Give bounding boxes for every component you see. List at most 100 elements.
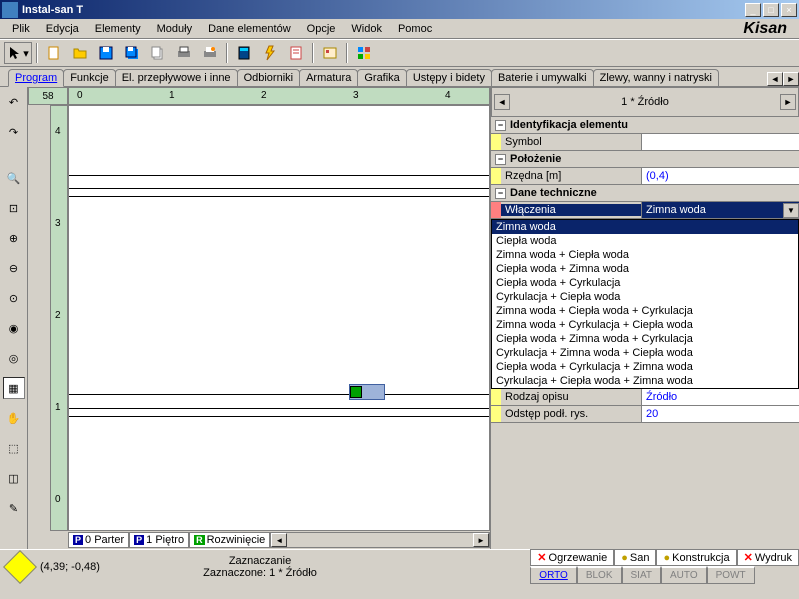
scroll-right[interactable]: ► bbox=[473, 533, 489, 547]
tab-program[interactable]: Program bbox=[8, 69, 64, 87]
options-icon[interactable] bbox=[318, 41, 342, 65]
zoom-sel-icon[interactable]: ◉ bbox=[3, 317, 25, 339]
collapse-icon[interactable]: − bbox=[495, 120, 506, 131]
mode-powt[interactable]: POWT bbox=[707, 566, 755, 584]
zoom-in-icon[interactable]: 🔍 bbox=[3, 167, 25, 189]
dropdown-arrow-icon[interactable]: ▼ bbox=[783, 203, 799, 218]
zoom-extent-icon[interactable]: ⊕ bbox=[3, 227, 25, 249]
copy-icon[interactable] bbox=[146, 41, 170, 65]
section-polozenie[interactable]: −Położenie bbox=[491, 151, 799, 168]
props-prev[interactable]: ◄ bbox=[494, 94, 510, 110]
report-icon[interactable] bbox=[284, 41, 308, 65]
select-rect2-icon[interactable]: ◫ bbox=[3, 467, 25, 489]
dd-item[interactable]: Cyrkulacja + Zimna woda + Ciepła woda bbox=[492, 346, 798, 360]
left-toolbar: ↶ ↷ 🔍 ⊡ ⊕ ⊖ ⊙ ◉ ◎ ▦ ✋ ⬚ ◫ ✎ bbox=[0, 87, 28, 549]
dd-item[interactable]: Zimna woda + Ciepła woda bbox=[492, 248, 798, 262]
undo-icon[interactable]: ↶ bbox=[3, 91, 25, 113]
prop-rodzaj-value[interactable]: Źródło bbox=[641, 389, 799, 405]
print-icon[interactable] bbox=[172, 41, 196, 65]
select-rect-icon[interactable]: ⬚ bbox=[3, 437, 25, 459]
minimize-button[interactable]: _ bbox=[745, 3, 761, 17]
mode-auto[interactable]: AUTO bbox=[661, 566, 707, 584]
save-icon[interactable] bbox=[94, 41, 118, 65]
menu-widok[interactable]: Widok bbox=[343, 21, 390, 37]
mode-blok[interactable]: BLOK bbox=[577, 566, 622, 584]
tab-przeplywowe[interactable]: El. przepływowe i inne bbox=[115, 69, 238, 86]
pencil-icon[interactable]: ✎ bbox=[3, 497, 25, 519]
zoom-out-icon[interactable]: ⊖ bbox=[3, 257, 25, 279]
collapse-icon[interactable]: − bbox=[495, 188, 506, 199]
props-next[interactable]: ► bbox=[780, 94, 796, 110]
collapse-icon[interactable]: − bbox=[495, 154, 506, 165]
mode-orto[interactable]: ORTO bbox=[530, 566, 577, 584]
dd-item[interactable]: Zimna woda + Cyrkulacja + Ciepła woda bbox=[492, 318, 798, 332]
dd-item[interactable]: Ciepła woda bbox=[492, 234, 798, 248]
grid-icon[interactable] bbox=[352, 41, 376, 65]
tab-baterie[interactable]: Baterie i umywalki bbox=[491, 69, 594, 86]
dd-item[interactable]: Zimna woda bbox=[492, 220, 798, 234]
dd-item[interactable]: Ciepła woda + Cyrkulacja + Zimna woda bbox=[492, 360, 798, 374]
prop-odstep-value[interactable]: 20 bbox=[641, 406, 799, 422]
menu-moduly[interactable]: Moduły bbox=[149, 21, 200, 37]
layer-wydruk[interactable]: ✕Wydruk bbox=[737, 549, 799, 566]
prop-symbol-value[interactable] bbox=[641, 134, 799, 150]
tab-zlewy[interactable]: Zlewy, wanny i natryski bbox=[593, 69, 719, 86]
dd-item[interactable]: Ciepła woda + Zimna woda + Cyrkulacja bbox=[492, 332, 798, 346]
prop-wlaczenia-label: Włączenia bbox=[501, 204, 641, 216]
menu-elementy[interactable]: Elementy bbox=[87, 21, 149, 37]
floor-tab-0[interactable]: P0 Parter bbox=[68, 532, 129, 548]
tab-armatura[interactable]: Armatura bbox=[299, 69, 358, 86]
prop-wlaczenia-value[interactable]: Zimna woda▼ bbox=[641, 202, 799, 218]
prop-rzedna-label: Rzędna [m] bbox=[501, 170, 641, 182]
wlaczenia-dropdown: Zimna woda Ciepła woda Zimna woda + Ciep… bbox=[491, 219, 799, 389]
selection-tool[interactable]: ▾ bbox=[4, 42, 32, 64]
mode-siat[interactable]: SIAT bbox=[622, 566, 661, 584]
tab-odbiorniki[interactable]: Odbiorniki bbox=[237, 69, 301, 86]
dd-item[interactable]: Ciepła woda + Cyrkulacja bbox=[492, 276, 798, 290]
redo-icon[interactable]: ↷ bbox=[3, 121, 25, 143]
tab-grafika[interactable]: Grafika bbox=[357, 69, 406, 86]
zoom-fit-icon[interactable]: ⊙ bbox=[3, 287, 25, 309]
view-mode-icon[interactable]: ▦ bbox=[3, 377, 25, 399]
tab-scroll-right[interactable]: ► bbox=[783, 72, 799, 86]
prop-rodzaj-label: Rodzaj opisu bbox=[501, 391, 641, 403]
floor-tab-2[interactable]: RRozwinięcie bbox=[189, 532, 270, 548]
ruler-corner: 58 bbox=[28, 87, 68, 105]
pan-icon[interactable]: ✋ bbox=[3, 407, 25, 429]
close-button[interactable]: × bbox=[781, 3, 797, 17]
dd-item[interactable]: Ciepła woda + Zimna woda bbox=[492, 262, 798, 276]
tab-ustepy[interactable]: Ustępy i bidety bbox=[406, 69, 492, 86]
dd-item[interactable]: Cyrkulacja + Ciepła woda + Zimna woda bbox=[492, 374, 798, 388]
dd-item[interactable]: Zimna woda + Ciepła woda + Cyrkulacja bbox=[492, 304, 798, 318]
print-preview-icon[interactable] bbox=[198, 41, 222, 65]
save-all-icon[interactable] bbox=[120, 41, 144, 65]
floor-tab-1[interactable]: P1 Piętro bbox=[129, 532, 189, 548]
open-file-icon[interactable] bbox=[68, 41, 92, 65]
menu-dane[interactable]: Dane elementów bbox=[200, 21, 299, 37]
tab-funkcje[interactable]: Funkcje bbox=[63, 69, 116, 86]
zoom-prev-icon[interactable]: ◎ bbox=[3, 347, 25, 369]
bolt-icon[interactable] bbox=[258, 41, 282, 65]
tab-scroll-left[interactable]: ◄ bbox=[767, 72, 783, 86]
layer-konstrukcja[interactable]: ●Konstrukcja bbox=[656, 549, 736, 566]
menu-pomoc[interactable]: Pomoc bbox=[390, 21, 440, 37]
layer-san[interactable]: ●San bbox=[614, 549, 656, 566]
menu-opcje[interactable]: Opcje bbox=[299, 21, 344, 37]
calc-icon[interactable] bbox=[232, 41, 256, 65]
scroll-left[interactable]: ◄ bbox=[271, 533, 287, 547]
menu-plik[interactable]: Plik bbox=[4, 21, 38, 37]
section-identyfikacja[interactable]: −Identyfikacja elementu bbox=[491, 117, 799, 134]
source-element[interactable] bbox=[349, 384, 385, 400]
layer-ogrzewanie[interactable]: ✕Ogrzewanie bbox=[530, 549, 614, 566]
source-symbol-icon bbox=[350, 386, 362, 398]
drawing-canvas[interactable] bbox=[68, 105, 490, 531]
maximize-button[interactable]: □ bbox=[763, 3, 779, 17]
section-dane[interactable]: −Dane techniczne bbox=[491, 185, 799, 202]
dd-item[interactable]: Cyrkulacja + Ciepła woda bbox=[492, 290, 798, 304]
new-file-icon[interactable] bbox=[42, 41, 66, 65]
statusbar: (4,39; -0,48) Zaznaczanie Zaznaczone: 1 … bbox=[0, 549, 799, 583]
zoom-window-icon[interactable]: ⊡ bbox=[3, 197, 25, 219]
menu-edycja[interactable]: Edycja bbox=[38, 21, 87, 37]
prop-rzedna-value[interactable]: (0,4) bbox=[641, 168, 799, 184]
ruler-vertical: 4 3 2 1 0 bbox=[50, 105, 68, 531]
